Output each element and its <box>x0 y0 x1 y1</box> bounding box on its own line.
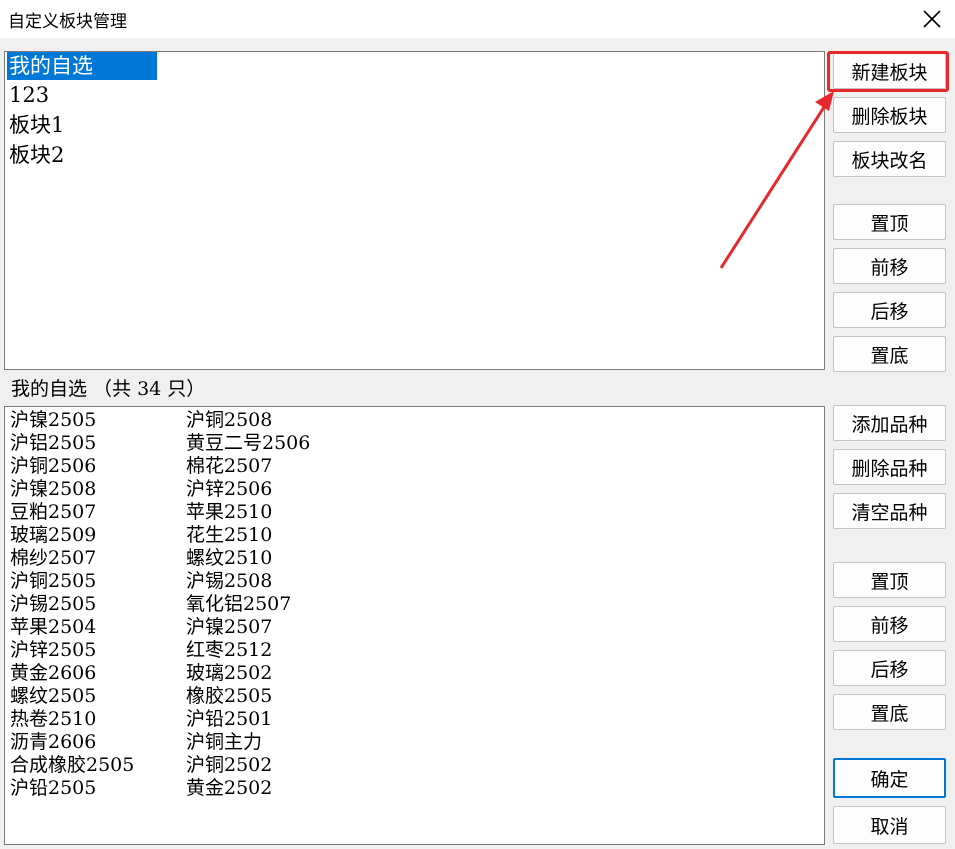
list-item[interactable]: 玻璃2509 <box>10 524 96 547</box>
list-item[interactable]: 沪锡2505 <box>10 593 96 616</box>
list-item[interactable]: 花生2510 <box>186 524 272 547</box>
list-item[interactable]: 沪镍2507 <box>186 616 272 639</box>
list-item[interactable]: 螺纹2505 <box>10 685 96 708</box>
rename-board-button[interactable]: 板块改名 <box>833 141 946 177</box>
item-move-bottom-button[interactable]: 置底 <box>833 694 946 730</box>
list-item[interactable]: 苹果2510 <box>186 501 272 524</box>
list-item[interactable]: 沪铜主力 <box>186 731 262 754</box>
list-item[interactable]: 豆粕2507 <box>10 501 96 524</box>
list-item[interactable]: 红枣2512 <box>186 639 272 662</box>
list-item[interactable]: 棉纱2507 <box>10 547 96 570</box>
list-item[interactable]: 橡胶2505 <box>186 685 272 708</box>
item-move-down-button[interactable]: 后移 <box>833 650 946 686</box>
ok-button[interactable]: 确定 <box>833 758 946 798</box>
board-move-top-button[interactable]: 置顶 <box>833 204 946 240</box>
list-item[interactable]: 沪镍2505 <box>10 409 96 432</box>
list-item[interactable]: 黄金2606 <box>10 662 96 685</box>
close-icon <box>923 10 941 28</box>
list-item[interactable]: 沪锡2508 <box>186 570 272 593</box>
delete-board-button[interactable]: 删除板块 <box>833 97 946 133</box>
list-item[interactable]: 沪铜2502 <box>186 754 272 777</box>
board-list[interactable]: 我的自选 123 板块1 板块2 <box>4 51 825 370</box>
list-item[interactable]: 棉花2507 <box>186 455 272 478</box>
title-bar: 自定义板块管理 <box>0 0 955 38</box>
list-item[interactable]: 苹果2504 <box>10 616 96 639</box>
list-item[interactable]: 螺纹2510 <box>186 547 272 570</box>
list-item[interactable]: 玻璃2502 <box>186 662 272 685</box>
list-item[interactable]: 沪铜2508 <box>186 409 272 432</box>
clear-items-button[interactable]: 清空品种 <box>833 493 946 529</box>
list-item[interactable]: 沪铅2501 <box>186 708 272 731</box>
window-title: 自定义板块管理 <box>8 12 127 32</box>
board-item[interactable]: 板块2 <box>7 141 66 169</box>
list-item[interactable]: 黄豆二号2506 <box>186 432 310 455</box>
board-move-bottom-button[interactable]: 置底 <box>833 336 946 372</box>
board-item[interactable]: 板块1 <box>7 111 66 139</box>
board-move-down-button[interactable]: 后移 <box>833 292 946 328</box>
board-move-up-button[interactable]: 前移 <box>833 248 946 284</box>
item-move-up-button[interactable]: 前移 <box>833 606 946 642</box>
list-item[interactable]: 氧化铝2507 <box>186 593 291 616</box>
list-item[interactable]: 合成橡胶2505 <box>10 754 134 777</box>
delete-item-button[interactable]: 删除品种 <box>833 449 946 485</box>
board-item[interactable]: 123 <box>7 81 51 109</box>
list-item[interactable]: 沪铜2505 <box>10 570 96 593</box>
cancel-button[interactable]: 取消 <box>833 806 946 844</box>
list-item[interactable]: 沪铅2505 <box>10 777 96 800</box>
item-list[interactable]: 沪镍2505 沪铝2505 沪铜2506 沪镍2508 豆粕2507 玻璃2509 棉纱25… <box>4 406 825 845</box>
list-item[interactable]: 热卷2510 <box>10 708 96 731</box>
new-board-button[interactable]: 新建板块 <box>833 53 946 89</box>
list-item[interactable]: 沪镍2508 <box>10 478 96 501</box>
list-item[interactable]: 沪铜2506 <box>10 455 96 478</box>
board-item[interactable]: 我的自选 <box>7 52 157 80</box>
close-button[interactable] <box>917 4 947 34</box>
list-item[interactable]: 沪锌2506 <box>186 478 272 501</box>
list-item[interactable]: 黄金2502 <box>186 777 272 800</box>
list-item[interactable]: 沪锌2505 <box>10 639 96 662</box>
item-move-top-button[interactable]: 置顶 <box>833 562 946 598</box>
add-item-button[interactable]: 添加品种 <box>833 405 946 441</box>
items-count-label: 我的自选 （共 34 只） <box>11 378 206 400</box>
list-item[interactable]: 沪铝2505 <box>10 432 96 455</box>
list-item[interactable]: 沥青2606 <box>10 731 96 754</box>
